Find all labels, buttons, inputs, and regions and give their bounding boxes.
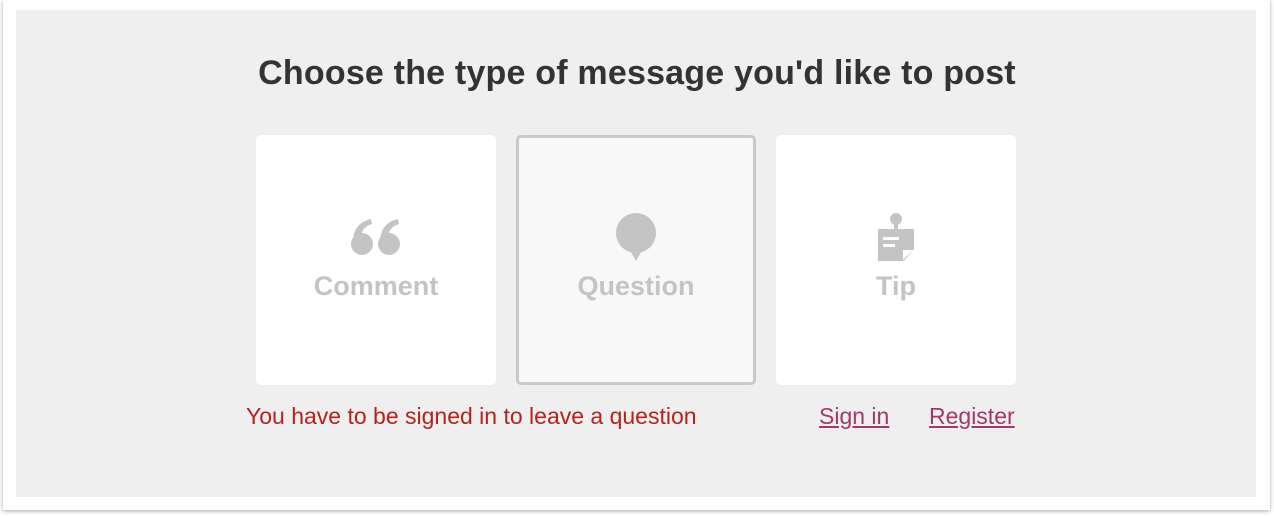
sign-in-link[interactable]: Sign in bbox=[819, 403, 889, 430]
register-link[interactable]: Register bbox=[929, 403, 1015, 430]
tip-label: Tip bbox=[876, 271, 916, 301]
page-title: Choose the type of message you'd like to… bbox=[258, 54, 1016, 92]
sign-in-required-message: You have to be signed in to leave a ques… bbox=[246, 403, 697, 429]
question-label: Question bbox=[577, 271, 695, 301]
tip-note-icon bbox=[776, 213, 1016, 263]
quote-icon bbox=[256, 213, 496, 263]
comment-type-card[interactable]: Comment bbox=[256, 135, 496, 385]
question-type-card[interactable]: Question bbox=[516, 135, 756, 385]
comment-label: Comment bbox=[313, 271, 439, 301]
tip-type-card[interactable]: Tip bbox=[776, 135, 1016, 385]
speech-bubble-icon bbox=[519, 213, 753, 263]
